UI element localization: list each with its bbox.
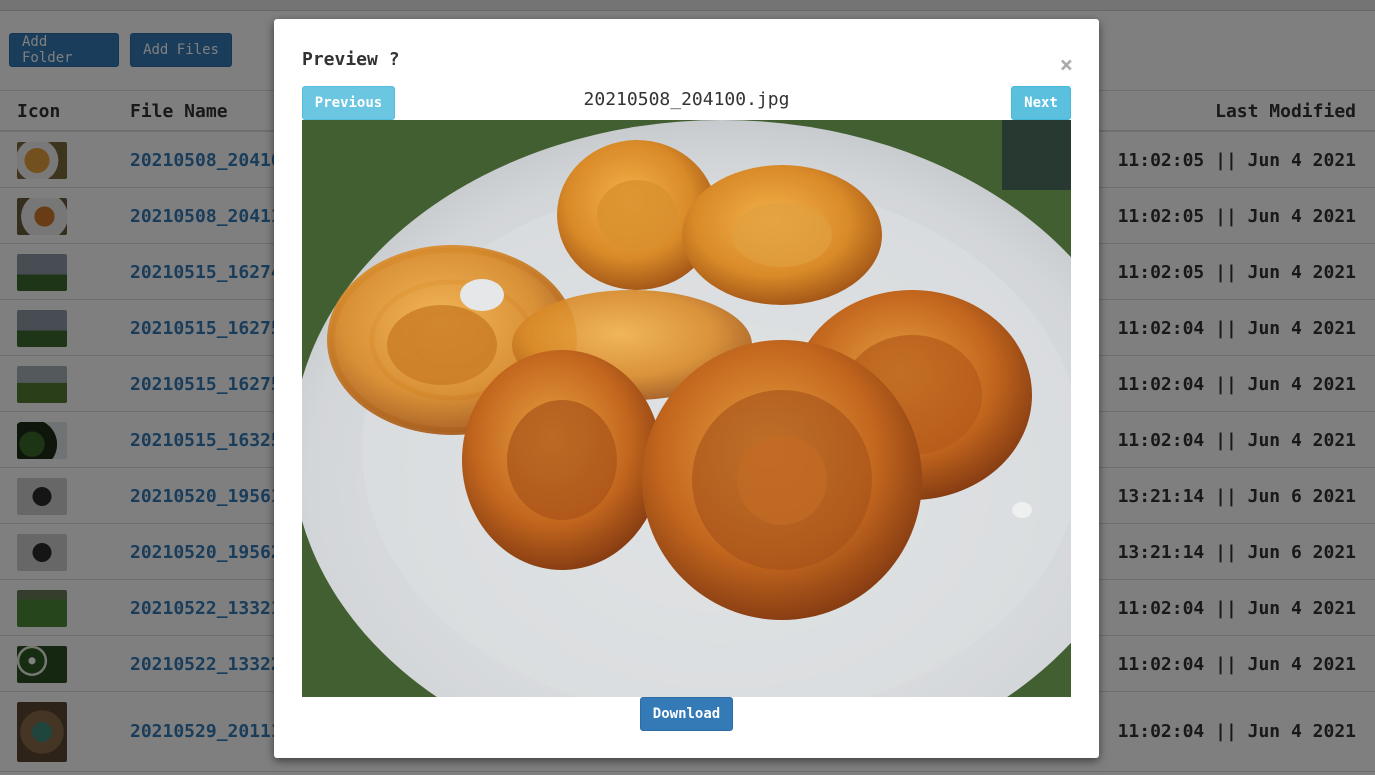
preview-file-name: 20210508_204100.jpg (583, 89, 790, 110)
next-button[interactable]: Next (1011, 86, 1071, 120)
download-button[interactable]: Download (640, 697, 733, 731)
preview-modal: Preview ? × Previous 20210508_204100.jpg… (274, 19, 1099, 758)
modal-title: Preview ? (302, 49, 400, 70)
jalebi-photo (302, 120, 1071, 697)
close-icon[interactable]: × (1060, 55, 1073, 77)
preview-image (302, 120, 1071, 697)
